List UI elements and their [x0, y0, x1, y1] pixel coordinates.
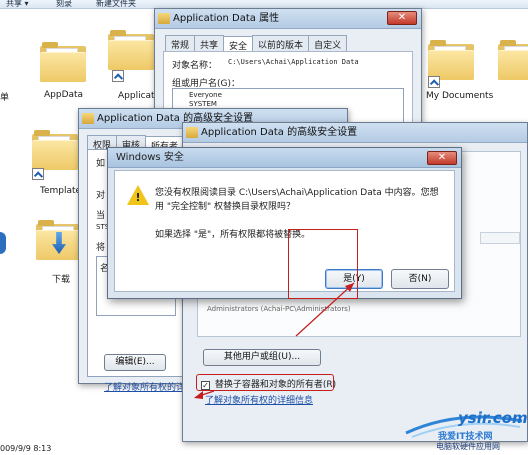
arrow-to-yes [295, 282, 355, 337]
watermark-subtitle: 电脑软硬件应用网 [436, 442, 500, 451]
arrow-head-checkbox [194, 391, 203, 399]
watermark: ysir.com 我爱IT技术网 电脑软硬件应用网 [398, 407, 528, 453]
annotation-arrows [194, 282, 355, 399]
watermark-logo: ysir.com [458, 409, 528, 427]
